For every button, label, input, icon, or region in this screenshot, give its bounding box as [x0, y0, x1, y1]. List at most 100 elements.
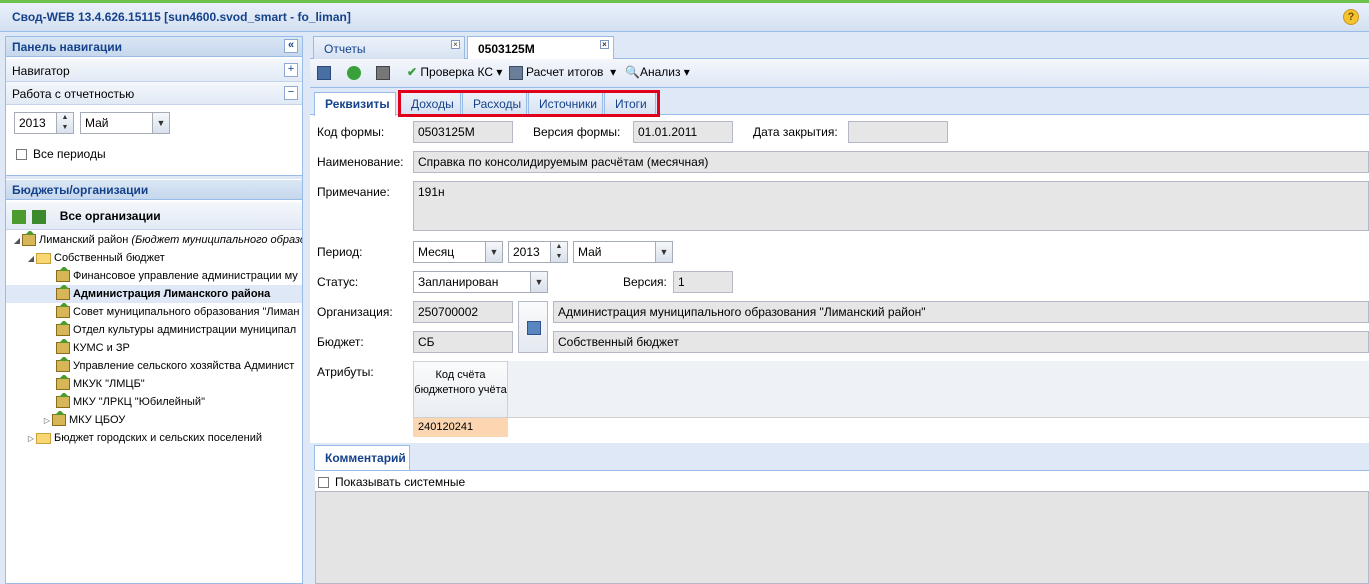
tab-comments[interactable]: Комментарий: [314, 445, 410, 470]
period-month-select[interactable]: Май ▼: [573, 241, 673, 263]
chevron-down-icon[interactable]: ▼: [655, 242, 672, 262]
tree-item[interactable]: Совет муниципального образования "Лиман: [6, 303, 302, 321]
tree-up-icon[interactable]: [12, 209, 26, 224]
save-icon[interactable]: [317, 65, 334, 80]
budget-code-field[interactable]: СБ: [413, 331, 513, 353]
highlight-box: [398, 90, 660, 117]
ver-field[interactable]: 1: [673, 271, 733, 293]
checkbox-icon[interactable]: [16, 149, 27, 161]
nav-panel-header: Панель навигации «: [6, 37, 302, 57]
year-spinner[interactable]: 2013 ▲ ▼: [14, 112, 74, 134]
tree-item[interactable]: ◢ Собственный бюджет: [6, 249, 302, 267]
close-icon[interactable]: ×: [600, 40, 609, 49]
org-name-value: Администрация муниципального образования…: [558, 305, 926, 319]
doc-tabstrip: Отчеты × 0503125М ×: [310, 32, 1369, 60]
org-code-field[interactable]: 250700002: [413, 301, 513, 323]
grid-cell[interactable]: 240120241: [413, 418, 508, 437]
show-system-checkbox[interactable]: Показывать системные: [315, 470, 1369, 491]
accordion-navigator[interactable]: Навигатор +: [6, 59, 302, 82]
tree-item-label: КУМС и ЗР: [73, 342, 130, 354]
refresh-icon[interactable]: [347, 65, 364, 80]
status-value: Запланирован: [418, 275, 499, 289]
tree-item[interactable]: ▷ МКУ ЦБОУ: [6, 411, 302, 429]
calculator-icon: [509, 65, 523, 80]
version-form-label: Версия формы:: [533, 125, 621, 139]
close-date-field[interactable]: [848, 121, 948, 143]
accordion-reporting[interactable]: Работа с отчетностью −: [6, 82, 302, 105]
orgs-toolbar: Все организации: [6, 202, 302, 230]
tree-item[interactable]: Управление сельского хозяйства Админист: [6, 357, 302, 375]
org-name-field[interactable]: Администрация муниципального образования…: [553, 301, 1369, 323]
grid-column-header[interactable]: Код счёта бюджетного учёта: [413, 361, 508, 418]
tab-form[interactable]: 0503125М ×: [467, 36, 614, 60]
tree-item-selected[interactable]: Администрация Лиманского района: [6, 285, 302, 303]
org-icon: [56, 339, 70, 355]
tab-reports[interactable]: Отчеты ×: [313, 36, 465, 59]
magnifier-icon: 🔍: [625, 65, 640, 79]
tree-item-label: Собственный бюджет: [54, 252, 165, 264]
spinner-arrows-icon[interactable]: ▲ ▼: [550, 242, 567, 262]
tree-item[interactable]: МКУ "ЛРКЦ "Юбилейный": [6, 393, 302, 411]
ver-value: 1: [678, 275, 685, 289]
spinner-arrows-icon[interactable]: ▲ ▼: [56, 113, 73, 133]
chevron-down-icon[interactable]: ▼: [152, 113, 169, 133]
help-icon[interactable]: ?: [1343, 9, 1359, 25]
org-icon: [56, 267, 70, 283]
org-icon: [52, 411, 66, 427]
org-label: Организация:: [317, 305, 393, 319]
close-date-label: Дата закрытия:: [753, 125, 838, 139]
period-type-value: Месяц: [418, 245, 455, 259]
analysis-button[interactable]: 🔍Анализ ▾: [625, 65, 690, 79]
org-icon: [56, 375, 70, 391]
calc-totals-button[interactable]: Расчет итогов ▾: [509, 65, 616, 80]
close-icon[interactable]: ×: [451, 40, 460, 49]
comments-area[interactable]: [315, 491, 1369, 584]
tree-item-label: МКУ ЦБОУ: [69, 414, 126, 426]
chevron-down-icon[interactable]: ▼: [530, 272, 547, 292]
budget-name-field[interactable]: Собственный бюджет: [553, 331, 1369, 353]
tab-form-label: 0503125М: [478, 42, 535, 56]
tree-item[interactable]: ◢ Лиманский район (Бюджет муниципального …: [6, 231, 302, 249]
code-field[interactable]: 0503125М: [413, 121, 513, 143]
check-ks-button[interactable]: ✔ Проверка КС ▾: [407, 65, 502, 79]
tree-expanded-icon[interactable]: ◢: [26, 250, 36, 267]
collapse-minus-icon[interactable]: −: [284, 86, 298, 100]
period-month-value: Май: [578, 245, 602, 259]
title-bar: Свод-WEB 13.4.626.15115 [sun4600.svod_sm…: [0, 3, 1369, 32]
name-field[interactable]: Справка по консолидируемым расчётам (мес…: [413, 151, 1369, 173]
all-orgs-button[interactable]: Все организации: [60, 209, 161, 223]
note-field[interactable]: 191н: [413, 181, 1369, 231]
chevron-down-icon[interactable]: ▼: [485, 242, 502, 262]
period-type-select[interactable]: Месяц ▼: [413, 241, 503, 263]
period-year-spinner[interactable]: 2013 ▲ ▼: [508, 241, 568, 263]
show-system-label: Показывать системные: [335, 475, 466, 489]
month-select[interactable]: Май ▼: [80, 112, 170, 134]
tab-comments-label: Комментарий: [325, 451, 406, 465]
analysis-label: Анализ: [639, 65, 681, 79]
status-select[interactable]: Запланирован ▼: [413, 271, 548, 293]
tab-props[interactable]: Реквизиты: [314, 92, 396, 116]
tree-item[interactable]: Отдел культуры администрации муниципал: [6, 321, 302, 339]
tab-props-label: Реквизиты: [325, 97, 390, 111]
expand-plus-icon[interactable]: +: [284, 63, 298, 77]
tree-down-icon[interactable]: [32, 209, 47, 224]
tree-item-label: Финансовое управление администрации му: [73, 270, 298, 282]
grid-header-filler: [508, 361, 1369, 418]
collapse-icon[interactable]: «: [284, 39, 298, 53]
tree-item[interactable]: МКУК "ЛМЦБ": [6, 375, 302, 393]
checkbox-icon[interactable]: [318, 477, 329, 489]
org-picker-button[interactable]: [518, 301, 548, 353]
tree-item-label: Управление сельского хозяйства Админист: [73, 360, 295, 372]
org-code-value: 250700002: [418, 305, 479, 319]
tree-collapsed-icon[interactable]: ▷: [42, 412, 52, 429]
org-icon: [56, 321, 70, 337]
tree-item[interactable]: Финансовое управление администрации му: [6, 267, 302, 285]
tree-item[interactable]: КУМС и ЗР: [6, 339, 302, 357]
all-periods-checkbox[interactable]: Все периоды: [16, 147, 106, 161]
print-icon[interactable]: [376, 65, 393, 80]
version-form-field[interactable]: 01.01.2011: [633, 121, 733, 143]
tree-item[interactable]: ▷ Бюджет городских и сельских поселений: [6, 429, 302, 447]
tree-collapsed-icon[interactable]: ▷: [26, 430, 36, 447]
tree-expanded-icon[interactable]: ◢: [12, 232, 22, 249]
divider: [6, 175, 302, 179]
